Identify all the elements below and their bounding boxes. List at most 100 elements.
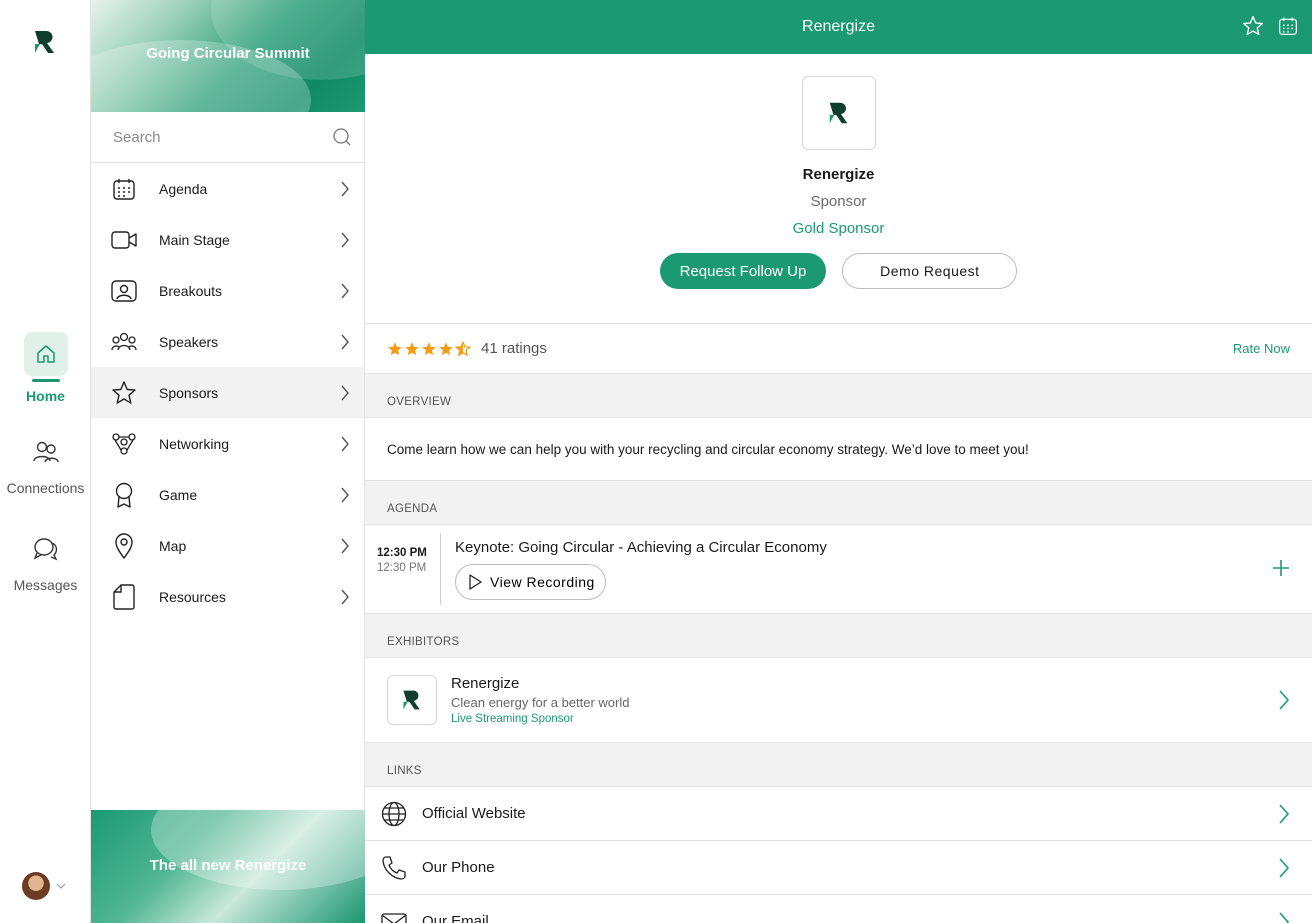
active-indicator xyxy=(31,379,60,382)
search-input[interactable] xyxy=(113,128,313,146)
exhibitor-name: Renergize xyxy=(451,675,520,692)
exhibitor-row[interactable]: Renergize Clean energy for a better worl… xyxy=(365,658,1312,743)
left-rail: Home Connections Messages xyxy=(0,0,91,923)
event-banner: Going Circular Summit xyxy=(91,0,365,112)
chevron-right-icon xyxy=(341,538,349,553)
rail-messages[interactable]: Messages xyxy=(0,527,91,593)
star-filled-icon xyxy=(422,341,436,355)
networking-icon xyxy=(111,431,137,457)
ratings-count: 41 ratings xyxy=(481,340,547,357)
sponsor-type: Sponsor xyxy=(810,193,867,210)
add-to-schedule-icon[interactable] xyxy=(1272,559,1290,577)
session-start-time: 12:30 PM xyxy=(377,547,427,559)
sidebar-item-label: Networking xyxy=(159,435,230,452)
sidebar-item-networking[interactable]: Networking xyxy=(91,418,364,469)
star-half-icon xyxy=(455,340,471,356)
chevron-right-icon xyxy=(341,487,349,502)
exhibitor-logo xyxy=(387,675,437,725)
chevron-right-icon xyxy=(1279,911,1290,923)
star-filled-icon xyxy=(405,341,419,355)
demo-request-button[interactable]: Demo Request xyxy=(842,253,1018,289)
link-official-website[interactable]: Official Website xyxy=(365,787,1312,841)
rail-connections-label: Connections xyxy=(6,480,85,496)
sidebar-item-label: Sponsors xyxy=(159,384,219,401)
section-header-exhibitors: EXHIBITORS xyxy=(365,614,1312,658)
sidebar-item-game[interactable]: Game xyxy=(91,469,364,520)
sidebar-item-resources[interactable]: Resources xyxy=(91,571,364,622)
sidebar-item-label: Game xyxy=(159,486,198,503)
sidebar-item-breakouts[interactable]: Breakouts xyxy=(91,265,364,316)
sidebar-item-main-stage[interactable]: Main Stage xyxy=(91,214,364,265)
banner-decoration xyxy=(151,810,365,890)
app-window: Home Connections Messages Going Circular… xyxy=(0,0,1312,923)
sidebar-item-label: Main Stage xyxy=(159,231,230,248)
phone-icon xyxy=(379,855,409,881)
sponsor-header: Renergize Sponsor Gold Sponsor Request F… xyxy=(365,54,1312,324)
rail-connections[interactable]: Connections xyxy=(0,430,91,496)
rate-now-link[interactable]: Rate Now xyxy=(1233,341,1290,356)
star-filled-icon xyxy=(388,341,402,355)
section-header-links: LINKS xyxy=(365,743,1312,787)
chevron-right-icon xyxy=(1279,803,1290,824)
link-label: Our Email xyxy=(422,913,489,923)
sidebar-item-agenda[interactable]: Agenda xyxy=(91,163,364,214)
sidebar-item-sponsors[interactable]: Sponsors xyxy=(91,367,364,418)
renergize-logo-icon xyxy=(829,102,847,124)
request-follow-up-button[interactable]: Request Follow Up xyxy=(659,253,827,289)
map-pin-icon xyxy=(111,532,137,559)
chevron-right-icon xyxy=(1279,690,1290,710)
chevron-down-icon xyxy=(56,883,66,889)
star-filled-icon xyxy=(439,341,453,355)
home-icon xyxy=(23,332,68,376)
promo-title: The all new Renergize xyxy=(149,857,307,874)
star-icon xyxy=(111,380,137,406)
favorite-star-icon[interactable] xyxy=(1242,15,1264,37)
chevron-right-icon xyxy=(341,283,349,298)
document-icon xyxy=(111,583,137,610)
agenda-item[interactable]: 12:30 PM 12:30 PM Keynote: Going Circula… xyxy=(365,525,1312,614)
sidebar-item-speakers[interactable]: Speakers xyxy=(91,316,364,367)
calendar-icon[interactable] xyxy=(1278,15,1298,37)
sponsor-name: Renergize xyxy=(802,166,875,183)
play-icon xyxy=(469,574,482,590)
profile-menu[interactable] xyxy=(22,872,66,900)
people-icon xyxy=(24,430,68,474)
top-bar: Renergize xyxy=(365,0,1312,54)
sponsor-actions: Request Follow Up Demo Request xyxy=(365,253,1312,289)
chevron-right-icon xyxy=(341,334,349,349)
view-recording-button[interactable]: View Recording xyxy=(455,564,606,600)
sidebar-item-label: Speakers xyxy=(159,333,219,350)
link-our-email[interactable]: Our Email xyxy=(365,895,1312,923)
exhibitor-info: Renergize Clean energy for a better worl… xyxy=(451,675,629,725)
view-recording-label: View Recording xyxy=(490,574,595,590)
avatar xyxy=(22,872,50,900)
sidebar-search xyxy=(91,112,364,163)
renergize-logo-icon xyxy=(403,690,420,710)
overview-text: Come learn how we can help you with your… xyxy=(365,418,1312,481)
top-bar-actions xyxy=(1242,15,1298,37)
page-title: Renergize xyxy=(802,18,875,35)
rail-home[interactable]: Home xyxy=(0,332,91,404)
chevron-right-icon xyxy=(341,232,349,247)
award-icon xyxy=(111,482,137,508)
event-sidebar: Going Circular Summit Agenda Main Stage … xyxy=(91,0,365,923)
breakout-icon xyxy=(111,278,137,304)
promo-banner[interactable]: The all new Renergize xyxy=(91,810,365,923)
renergize-logo-icon[interactable] xyxy=(31,28,59,56)
star-rating xyxy=(387,340,471,357)
sidebar-item-label: Map xyxy=(159,537,187,554)
calendar-icon xyxy=(111,176,137,202)
ratings-row: 41 ratings Rate Now xyxy=(365,324,1312,374)
sidebar-item-label: Breakouts xyxy=(159,282,223,299)
session-end-time: 12:30 PM xyxy=(377,562,427,574)
chevron-right-icon xyxy=(341,385,349,400)
speakers-icon xyxy=(111,329,137,355)
session-times: 12:30 PM 12:30 PM xyxy=(365,533,441,605)
sponsor-tier: Gold Sponsor xyxy=(792,220,885,237)
sponsor-detail: Renergize Renergize Sponsor Gold Sponsor… xyxy=(365,0,1312,923)
link-our-phone[interactable]: Our Phone xyxy=(365,841,1312,895)
mail-icon xyxy=(379,912,409,923)
link-label: Our Phone xyxy=(422,859,495,876)
search-icon[interactable] xyxy=(332,127,352,147)
sidebar-item-map[interactable]: Map xyxy=(91,520,364,571)
